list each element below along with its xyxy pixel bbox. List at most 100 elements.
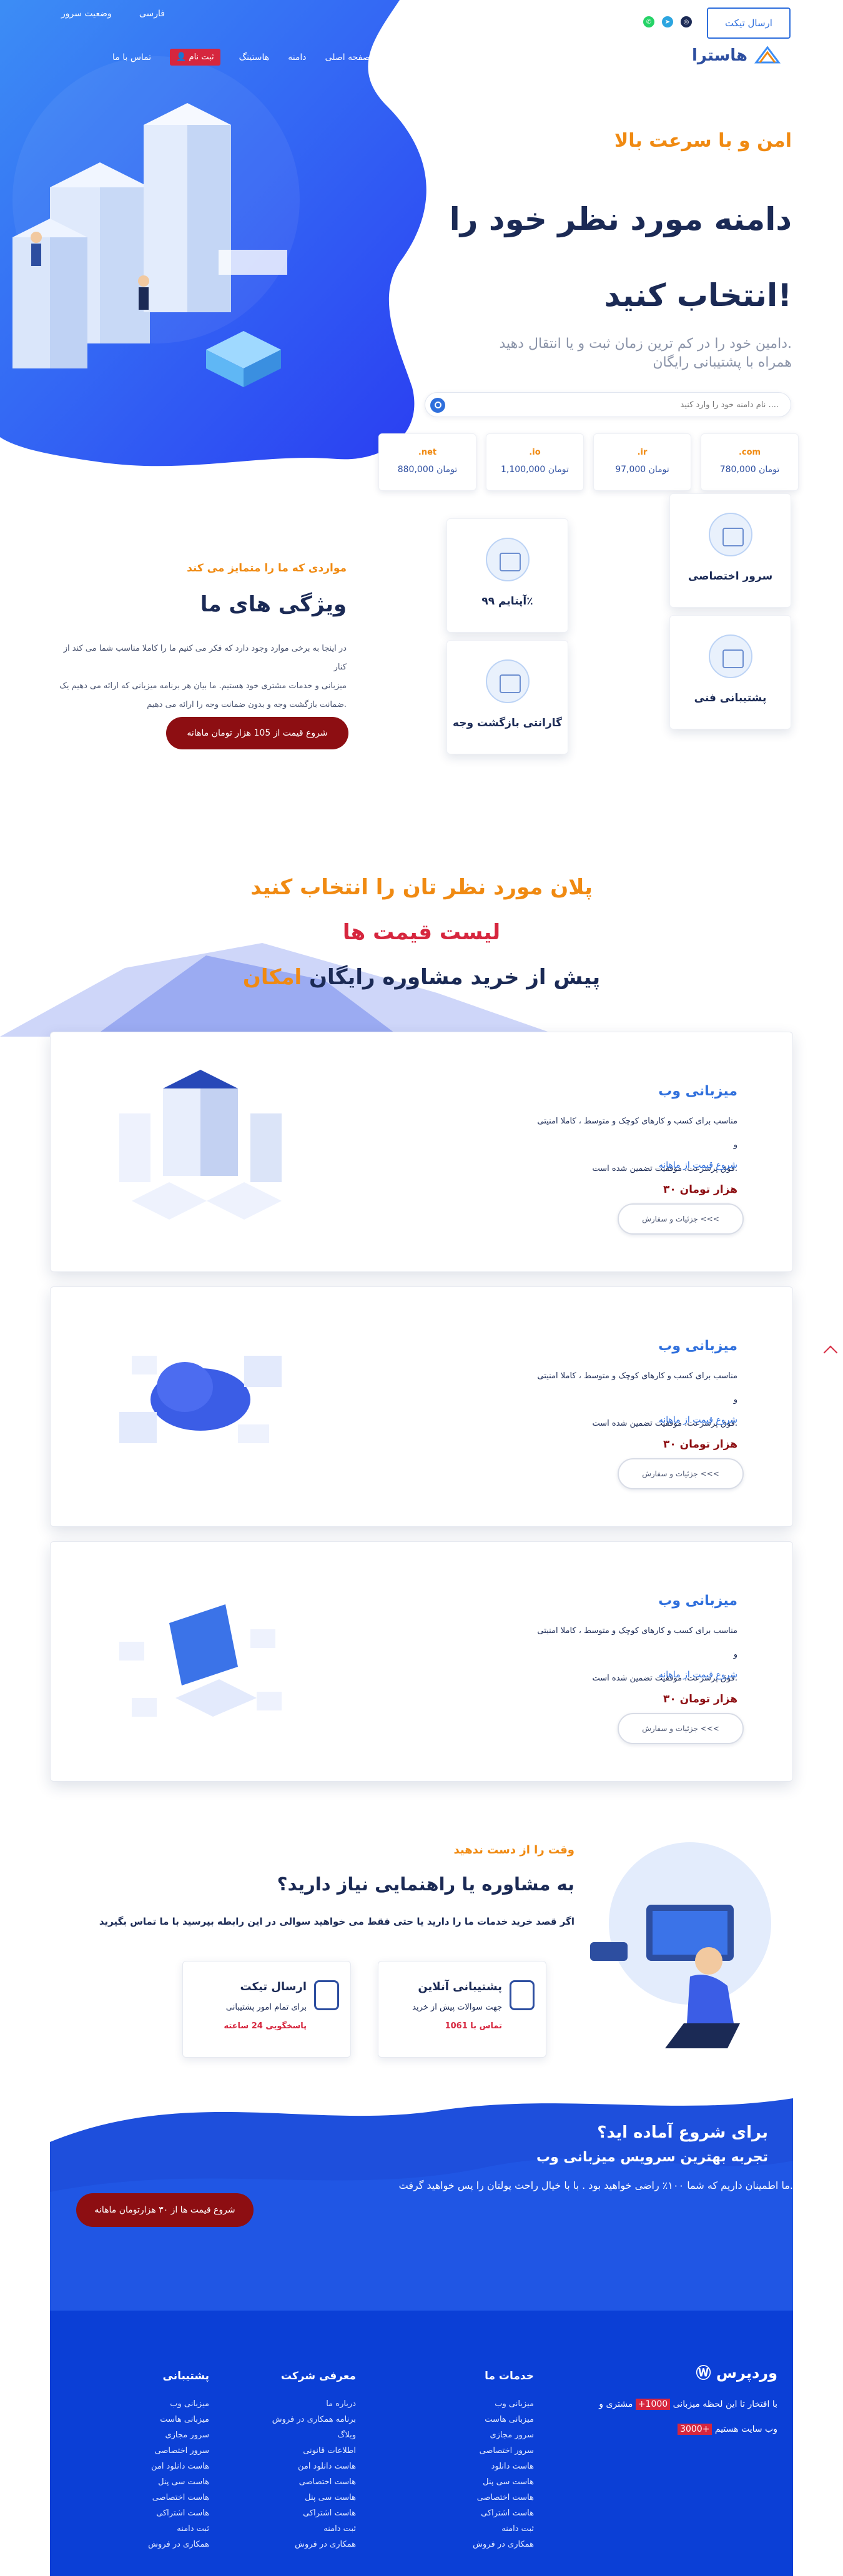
tld-price: 97,000 تومان (615, 465, 669, 475)
consult-card-online-support[interactable]: پشتیبانی آنلاین جهت سوالات پیش از خرید ت… (378, 1961, 546, 2058)
footer-link[interactable]: وبلاگ (262, 2427, 356, 2443)
domain-search-input[interactable] (454, 397, 779, 413)
footer-link[interactable]: هاست اشتراکی (122, 2505, 209, 2521)
nav-item-hosting[interactable]: هاستینگ (239, 52, 270, 62)
features-price-button[interactable]: شروع قیمت از 105 هزار تومان ماهانه (166, 717, 348, 749)
consult-card-hint: پاسخگویی 24 ساعته (224, 2021, 307, 2031)
guarantee-icon (485, 659, 530, 703)
footer-link[interactable]: هاست سی پنل (122, 2474, 209, 2490)
tld-extension: .com (738, 448, 761, 457)
footer-links: میزبانی وب میزبانی هاست سرور مجازی سرور … (122, 2396, 209, 2552)
headset-icon (510, 1980, 535, 2010)
footer-link[interactable]: برنامه همکاری در فروش (262, 2412, 356, 2427)
feature-card-dedicated-server[interactable]: سرور اختصاصی (669, 493, 791, 608)
user-icon: 👤 (176, 52, 189, 62)
footer-link[interactable]: هاست سی پنل (262, 2490, 356, 2505)
footer-link[interactable]: هاست دانلود (440, 2459, 534, 2474)
plan-details-button[interactable]: جزئیات و سفارش <<< (618, 1713, 744, 1744)
consult-card-subtitle: برای تمام امور پشتیبانی (225, 2003, 307, 2012)
cta-price-button[interactable]: شروع قیمت ها از ۳۰ هزارتومان ماهانه (76, 2193, 254, 2227)
tld-price-cards: .net 880,000 تومان .io 1,100,000 تومان .ir… (378, 433, 799, 491)
consult-card-subtitle: جهت سوالات پیش از خرید (412, 2003, 502, 2012)
telegram-icon[interactable]: ➤ (662, 16, 673, 27)
footer-link[interactable]: هاست اختصاصی (262, 2474, 356, 2490)
site-logo[interactable]: هاسترا (692, 44, 781, 67)
footer-link[interactable]: میزبانی وب (122, 2396, 209, 2412)
hero-title: دامنه مورد نظر خود را انتخاب کنید! (442, 181, 792, 333)
main-nav: تماس با ما 👤 ثبت نام هاستینگ دامنه صفحه … (112, 49, 370, 66)
hero-title-line1: دامنه مورد نظر خود را (449, 201, 792, 237)
tld-card[interactable]: .net 880,000 تومان (378, 433, 476, 491)
consult-card-send-ticket[interactable]: ارسال تیکت برای تمام امور پشتیبانی پاسخگ… (182, 1961, 351, 2058)
feature-card-tech-support[interactable]: پشتیبانی فنی (669, 615, 791, 729)
tld-extension: .ir (637, 448, 648, 457)
footer-link[interactable]: اطلاعات قانونی (262, 2443, 356, 2459)
plan-name: میزبانی وب (658, 1083, 737, 1099)
plan-card: میزبانی وب مناسب برای کسب و کارهای کوچک … (50, 1541, 793, 1782)
footer-link[interactable]: میزبانی هاست (122, 2412, 209, 2427)
footer-link[interactable]: هاست اختصاصی (122, 2490, 209, 2505)
footer-link[interactable]: سرور اختصاصی (122, 2443, 209, 2459)
feature-card-money-back[interactable]: گارانتی بازگشت وجه (446, 640, 568, 754)
instagram-icon[interactable]: ◎ (681, 16, 692, 27)
top-bar: وضعیت سرور فارسی ✆ ➤ ◎ ارسال تیکت (0, 5, 843, 42)
tld-price: 880,000 تومان (397, 465, 458, 475)
plan-details-button[interactable]: جزئیات و سفارش <<< (618, 1203, 744, 1235)
wordpress-icon: Ⓦ (696, 2364, 716, 2382)
footer-link[interactable]: ثبت دامنه (440, 2521, 534, 2537)
footer-link[interactable]: همکاری در فروش (122, 2537, 209, 2552)
footer-link[interactable]: سرور اختصاصی (440, 2443, 534, 2459)
footer-link[interactable]: درباره ما (262, 2396, 356, 2412)
footer-link[interactable]: هاست اشتراکی (440, 2505, 534, 2521)
domain-search (425, 392, 791, 417)
server-icon (708, 513, 752, 556)
footer-link[interactable]: سرور مجازی (440, 2427, 534, 2443)
footer-links: درباره ما برنامه همکاری در فروش وبلاگ اط… (262, 2396, 356, 2552)
plan-start-label: شروع قیمت از ماهانه (658, 1415, 737, 1425)
whatsapp-icon[interactable]: ✆ (643, 16, 654, 27)
footer-link[interactable]: هاست سی پنل (440, 2474, 534, 2490)
plan-details-button[interactable]: جزئیات و سفارش <<< (618, 1458, 744, 1489)
server-status-link[interactable]: وضعیت سرور (61, 9, 112, 19)
nav-item-domain[interactable]: دامنه (288, 52, 306, 62)
footer-link[interactable]: هاست دانلود امن (122, 2459, 209, 2474)
send-ticket-button[interactable]: ارسال تیکت (707, 7, 791, 39)
footer-about-line2: 3000+ وب سایت هستیم (578, 2417, 777, 2442)
cta-subtitle: تجربه بهترین سرویس میزبانی وب (536, 2149, 768, 2165)
footer-link[interactable]: هاست اشتراکی (262, 2505, 356, 2521)
feature-card-uptime[interactable]: آپتایم ۹۹٪ (446, 518, 568, 633)
footer-link[interactable]: هاست دانلود امن (262, 2459, 356, 2474)
uptime-icon (485, 538, 530, 581)
footer-link[interactable]: همکاری در فروش (440, 2537, 534, 2552)
plan-price: ۳۰ هزار تومان (663, 1183, 737, 1196)
tld-extension: .net (418, 448, 437, 457)
nav-item-home[interactable]: صفحه اصلی (325, 52, 370, 62)
feature-label: سرور اختصاصی (688, 570, 773, 583)
footer-column-services: خدمات ما میزبانی وب میزبانی هاست سرور مج… (440, 2370, 534, 2552)
tld-card[interactable]: .ir 97,000 تومان (593, 433, 691, 491)
footer-about-text1b: مشتری و (599, 2399, 633, 2409)
footer-link[interactable]: سرور مجازی (122, 2427, 209, 2443)
footer-link[interactable]: میزبانی هاست (440, 2412, 534, 2427)
nav-item-contact[interactable]: تماس با ما (112, 52, 151, 62)
plan-desc-line1: مناسب برای کسب و کارهای کوچک و متوسط ، ک… (537, 1117, 737, 1150)
footer-link[interactable]: همکاری در فروش (262, 2537, 356, 2552)
features-kicker: مواردی که ما را متمایز می کند (187, 562, 347, 575)
consult-card-hint: تماس با 1061 (445, 2021, 502, 2031)
language-link[interactable]: فارسی (139, 9, 165, 19)
footer-column-support: پشتیبانی میزبانی وب میزبانی هاست سرور مج… (122, 2370, 209, 2552)
plans-heading-line3c: پیش از خرید (470, 965, 601, 990)
nav-item-register[interactable]: 👤 ثبت نام (170, 49, 220, 66)
tld-card[interactable]: .com 780,000 تومان (701, 433, 799, 491)
search-icon[interactable] (430, 398, 445, 413)
consult-title: به مشاوره یا راهنمایی نیاز دارید؟ (277, 1873, 574, 1895)
footer-link[interactable]: ثبت دامنه (122, 2521, 209, 2537)
hero-subtitle-line1: دامین خود را در کم ترین زمان ثبت و یا ان… (499, 336, 792, 352)
tld-card[interactable]: .io 1,100,000 تومان (486, 433, 584, 491)
footer-link[interactable]: میزبانی وب (440, 2396, 534, 2412)
footer-logo[interactable]: Ⓦ وردپرس (696, 2361, 777, 2382)
footer-link[interactable]: ثبت دامنه (262, 2521, 356, 2537)
server-illustration (119, 1070, 282, 1220)
scroll-up-icon[interactable] (823, 1345, 838, 1360)
footer-link[interactable]: هاست اختصاصی (440, 2490, 534, 2505)
